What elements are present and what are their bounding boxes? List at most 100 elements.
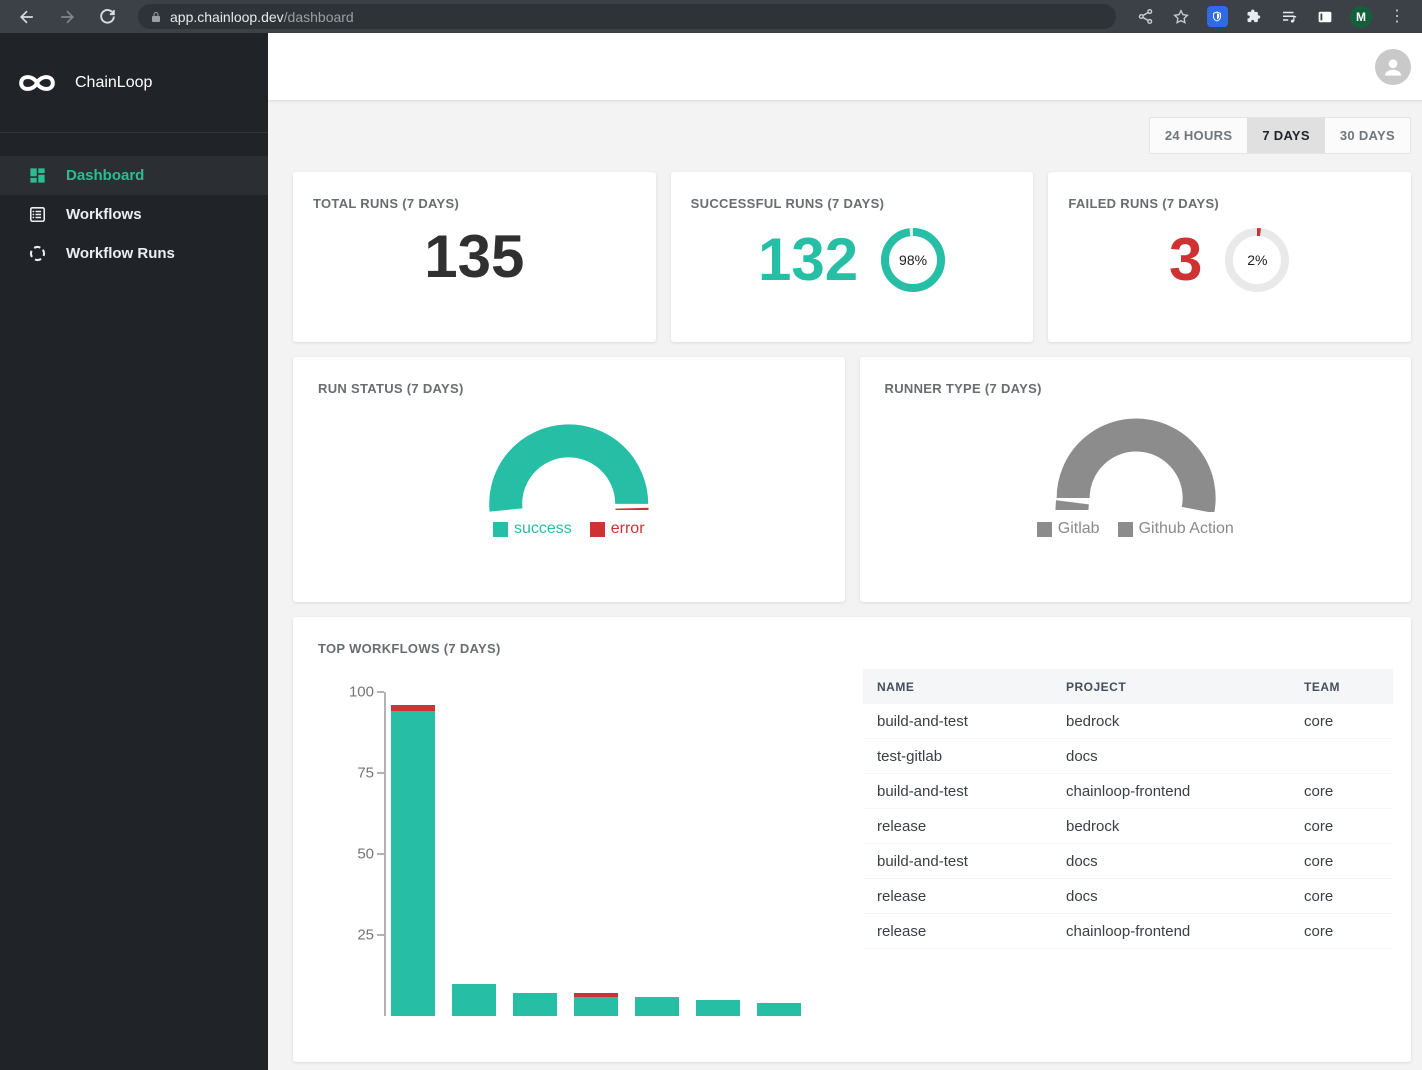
y-axis-tick-label: 75: [357, 765, 374, 782]
table-row: releasechainloop-frontendcore: [863, 914, 1393, 949]
legend-label: success: [514, 520, 572, 538]
forward-icon[interactable]: [50, 3, 84, 31]
table-cell: core: [1290, 923, 1393, 940]
table-cell: test-gitlab: [863, 748, 1052, 765]
successful-percent-donut: 98%: [880, 227, 946, 293]
table-cell: release: [863, 888, 1052, 905]
bar-segment-success: [574, 997, 618, 1016]
card-title: SUCCESSFUL RUNS (7 DAYS): [691, 196, 1014, 211]
table-header-cell: NAME: [863, 680, 1052, 694]
user-avatar[interactable]: [1375, 49, 1411, 85]
failed-runs-card: FAILED RUNS (7 DAYS) 3 2%: [1048, 172, 1411, 342]
y-axis-tick-label: 100: [349, 684, 374, 701]
table-cell: core: [1290, 853, 1393, 870]
table-cell: core: [1290, 818, 1393, 835]
back-icon[interactable]: [10, 3, 44, 31]
workflow-bar: [696, 1000, 740, 1016]
app-header: [268, 33, 1422, 100]
sidebar-item-label: Workflows: [66, 206, 142, 223]
successful-percent-label: 98%: [880, 227, 946, 293]
browser-profile-avatar[interactable]: M: [1346, 3, 1376, 31]
top-workflows-table: NAMEPROJECTTEAMbuild-and-testbedrockcore…: [863, 669, 1393, 1016]
sidebar-item-workflow-runs[interactable]: Workflow Runs: [0, 234, 268, 273]
dashboard-icon: [28, 166, 47, 185]
sidebar-divider: [0, 132, 268, 133]
y-axis-tick-mark: [377, 853, 384, 855]
top-workflows-bar-chart: 100755025: [318, 656, 863, 1016]
side-panel-icon[interactable]: [1310, 3, 1340, 31]
failed-percent-donut: 2%: [1224, 227, 1290, 293]
runner-type-legend: GitlabGithub Action: [1037, 520, 1234, 538]
table-row: build-and-testchainloop-frontendcore: [863, 774, 1393, 809]
browser-toolbar: app.chainloop.dev/dashboard M ⋮: [0, 0, 1422, 33]
table-cell: core: [1290, 888, 1393, 905]
extensions-puzzle-icon[interactable]: [1238, 3, 1268, 31]
sidebar: ChainLoop Dashboard Workflows Workflow: [0, 33, 268, 1070]
reload-icon[interactable]: [90, 3, 124, 31]
brand: ChainLoop: [0, 33, 268, 132]
failed-runs-value: 3: [1169, 230, 1202, 290]
table-cell: core: [1290, 713, 1393, 730]
sidebar-item-label: Workflow Runs: [66, 245, 175, 262]
workflow-bar: [452, 984, 496, 1016]
table-row: build-and-testdocscore: [863, 844, 1393, 879]
y-axis-tick-label: 25: [357, 927, 374, 944]
media-controls-icon[interactable]: [1274, 3, 1304, 31]
bar-segment-success: [757, 1003, 801, 1016]
legend-swatch: [493, 522, 508, 537]
url-bar[interactable]: app.chainloop.dev/dashboard: [138, 4, 1116, 29]
dashboard-content: 24 HOURS 7 DAYS 30 DAYS TOTAL RUNS (7 DA…: [268, 100, 1422, 1070]
y-axis-tick-mark: [377, 691, 384, 693]
total-runs-card: TOTAL RUNS (7 DAYS) 135: [293, 172, 656, 342]
legend-item: success: [493, 520, 572, 538]
run-status-legend: successerror: [493, 520, 645, 538]
sidebar-item-dashboard[interactable]: Dashboard: [0, 156, 268, 195]
table-row: build-and-testbedrockcore: [863, 704, 1393, 739]
card-title: RUNNER TYPE (7 DAYS): [885, 381, 1387, 396]
sidebar-item-workflows[interactable]: Workflows: [0, 195, 268, 234]
sidebar-item-label: Dashboard: [66, 167, 144, 184]
workflows-list-icon: [28, 205, 47, 224]
card-title: FAILED RUNS (7 DAYS): [1068, 196, 1391, 211]
run-status-card: RUN STATUS (7 DAYS) successerror: [293, 357, 845, 602]
card-title: TOTAL RUNS (7 DAYS): [313, 196, 636, 211]
top-workflows-card: TOP WORKFLOWS (7 DAYS) 100755025 NAMEPRO…: [293, 617, 1411, 1062]
table-cell: docs: [1052, 748, 1290, 765]
range-30-days-button[interactable]: 30 DAYS: [1325, 118, 1410, 153]
table-row: test-gitlabdocs: [863, 739, 1393, 774]
table-cell: build-and-test: [863, 783, 1052, 800]
url-host: app.chainloop.dev: [170, 9, 284, 25]
lock-icon: [150, 10, 162, 24]
table-header-cell: TEAM: [1290, 680, 1393, 694]
workflow-bar: [574, 993, 618, 1016]
table-row: releasebedrockcore: [863, 809, 1393, 844]
browser-menu-icon[interactable]: ⋮: [1382, 3, 1412, 31]
table-cell: bedrock: [1052, 713, 1290, 730]
bookmark-star-icon[interactable]: [1166, 3, 1196, 31]
table-cell: chainloop-frontend: [1052, 923, 1290, 940]
table-header-row: NAMEPROJECTTEAM: [863, 669, 1393, 704]
range-24-hours-button[interactable]: 24 HOURS: [1150, 118, 1247, 153]
bar-segment-success: [391, 711, 435, 1016]
table-cell: chainloop-frontend: [1052, 783, 1290, 800]
bar-segment-success: [513, 993, 557, 1016]
bar-segment-success: [696, 1000, 740, 1016]
time-range-group: 24 HOURS 7 DAYS 30 DAYS: [1149, 117, 1411, 154]
brand-name: ChainLoop: [75, 74, 152, 92]
runner-type-card: RUNNER TYPE (7 DAYS) GitlabGithub Action: [860, 357, 1412, 602]
chainloop-logo-icon: [15, 68, 59, 98]
y-axis-tick-mark: [377, 772, 384, 774]
share-icon[interactable]: [1130, 3, 1160, 31]
y-axis-tick-mark: [377, 934, 384, 936]
table-cell: bedrock: [1052, 818, 1290, 835]
range-7-days-button[interactable]: 7 DAYS: [1247, 118, 1325, 153]
table-cell: docs: [1052, 888, 1290, 905]
workflow-bar: [513, 993, 557, 1016]
legend-swatch: [1037, 522, 1052, 537]
bar-segment-success: [452, 984, 496, 1016]
table-header-cell: PROJECT: [1052, 680, 1290, 694]
table-cell: core: [1290, 783, 1393, 800]
bitwarden-extension-icon[interactable]: [1202, 3, 1232, 31]
legend-label: Gitlab: [1058, 520, 1100, 538]
table-row: releasedocscore: [863, 879, 1393, 914]
